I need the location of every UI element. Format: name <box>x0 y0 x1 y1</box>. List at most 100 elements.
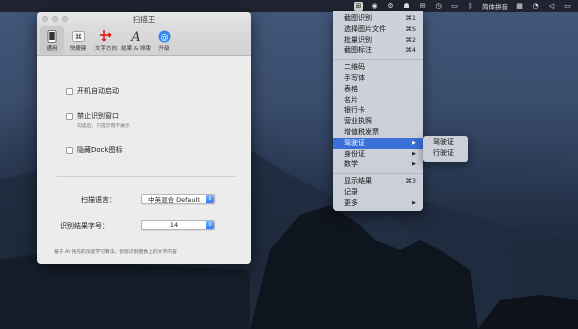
launch-at-login-label: 开机自动启动 <box>77 87 119 95</box>
wechat-icon[interactable]: ✉ <box>418 2 427 11</box>
tab-results-layout-label: 结果 & 排版 <box>121 46 151 52</box>
submenu-arrow-icon: ▶ <box>412 139 416 146</box>
tab-results-layout[interactable]: A 结果 & 排版 <box>121 26 151 54</box>
submenu-arrow-icon: ▶ <box>412 161 416 168</box>
menu-item-label: 驾驶证 <box>344 138 365 147</box>
qq-penguin-icon[interactable]: ☗ <box>402 2 411 11</box>
disable-recognition-window-checkbox[interactable] <box>66 112 73 120</box>
phone-icon <box>45 29 59 43</box>
menu-separator <box>333 172 423 174</box>
status-circle-icon[interactable]: ◉ <box>370 2 379 11</box>
grid-icon[interactable]: ▦ <box>515 2 524 11</box>
menu-item-label: 身份证 <box>344 149 365 158</box>
footer-description: 基于 AI 领先的深度学习算法，智能识别图像上的文字内容 <box>54 250 177 255</box>
launch-at-login-checkbox[interactable] <box>66 87 73 95</box>
command-key-icon: ⌘ <box>71 29 85 43</box>
display-icon[interactable]: ▭ <box>450 2 459 11</box>
menu-item-label: 营业执照 <box>344 117 372 126</box>
scanner-app-menubar-icon[interactable]: ⊞ <box>354 1 363 11</box>
font-size-value: 14 <box>169 221 179 229</box>
menu-item-more[interactable]: 更多 ▶ <box>333 198 423 209</box>
menu-item-label: 二维码 <box>344 63 365 72</box>
tab-upgrade-label: 升级 <box>158 46 170 52</box>
tab-general-label: 通用 <box>46 46 58 52</box>
menu-item-handwriting[interactable]: 手写体 <box>333 73 423 84</box>
launch-at-login-option[interactable]: 开机自动启动 <box>66 86 119 96</box>
font-a-icon: A <box>129 29 143 43</box>
menu-item-label: 手写体 <box>344 73 365 82</box>
menu-separator <box>333 58 423 60</box>
battery-icon[interactable]: ▭ <box>563 2 572 11</box>
window-title: 扫描王 <box>132 14 156 24</box>
menu-item-label: 批量识别 <box>344 35 372 44</box>
tab-shortcuts-label: 快捷键 <box>69 46 87 52</box>
submenu-item-vehicle-license[interactable]: 行驶证 <box>423 148 468 159</box>
menu-item-shortcut: ⌘S <box>405 24 416 33</box>
svg-text:@: @ <box>160 32 168 41</box>
scan-language-value: 中英混合 Default <box>148 196 200 204</box>
scan-language-label: 扫描语言： <box>81 196 116 204</box>
disable-recognition-window-option[interactable]: 禁止识别窗口 <box>66 111 119 121</box>
menu-item-bank-card[interactable]: 银行卡 <box>333 105 423 116</box>
tab-upgrade[interactable]: @ 升级 <box>152 26 176 54</box>
driver-license-submenu: 驾驶证 行驶证 <box>423 136 468 162</box>
preferences-window: 扫描王 通用 ⌘ 快捷键 文字方向 A 结果 & 排版 @ 升级 开机自动启动 … <box>37 12 251 264</box>
menu-item-business-card[interactable]: 名片 <box>333 95 423 106</box>
menu-item-show-results[interactable]: 显示结果 ⌘3 <box>333 176 423 187</box>
menu-item-label: 数学 <box>344 160 358 169</box>
menu-item-label: 名片 <box>344 95 358 104</box>
tab-shortcuts[interactable]: ⌘ 快捷键 <box>66 26 90 54</box>
hide-dock-icon-option[interactable]: 隐藏Dock图标 <box>66 145 123 155</box>
menu-item-label: 截图识别 <box>344 14 372 22</box>
submenu-arrow-icon: ▶ <box>412 199 416 206</box>
font-size-label: 识别结果字号： <box>60 222 109 230</box>
chevron-updown-icon: ⇕ <box>206 195 214 203</box>
text-direction-icon <box>99 29 113 43</box>
submenu-item-driver-license[interactable]: 驾驶证 <box>423 137 468 148</box>
volume-icon[interactable]: ◁ <box>547 2 556 11</box>
menu-item-screenshot-annotate[interactable]: 截图标注 ⌘4 <box>333 45 423 56</box>
menu-item-label: 银行卡 <box>344 106 365 115</box>
menu-item-driver-license[interactable]: 驾驶证 ▶ <box>333 137 423 149</box>
menu-item-screenshot-ocr[interactable]: 截图识别 ⌘1 <box>333 13 423 24</box>
disable-recognition-window-label: 禁止识别窗口 <box>77 112 119 120</box>
tab-general[interactable]: 通用 <box>40 26 64 54</box>
clock-icon[interactable]: ◷ <box>434 2 443 11</box>
menu-item-vat-invoice[interactable]: 增值税发票 <box>333 127 423 138</box>
menu-item-label: 增值税发票 <box>344 127 379 136</box>
hide-dock-icon-label: 隐藏Dock图标 <box>77 146 123 154</box>
macos-menubar: ⊞ ◉ ⚙ ☗ ✉ ◷ ▭ ᛒ 简体拼音 ▦ ◔ ◁ ▭ <box>0 0 578 12</box>
menu-item-label: 选择图片文件 <box>344 24 386 33</box>
preferences-toolbar: 通用 ⌘ 快捷键 文字方向 A 结果 & 排版 @ 升级 <box>37 26 251 56</box>
menu-item-history[interactable]: 记录 <box>333 187 423 198</box>
scan-language-select[interactable]: 中英混合 Default ⇕ <box>141 194 215 204</box>
menu-item-shortcut: ⌘4 <box>405 46 416 55</box>
menu-item-label: 更多 <box>344 198 358 207</box>
wifi-icon[interactable]: ◔ <box>531 2 540 11</box>
menu-item-shortcut: ⌘2 <box>405 35 416 44</box>
tab-text-direction[interactable]: 文字方向 <box>92 26 120 54</box>
menu-item-label: 截图标注 <box>344 46 372 55</box>
menu-item-id-card[interactable]: 身份证 ▶ <box>333 149 423 160</box>
scanner-status-menu: 截图识别 ⌘1 选择图片文件 ⌘S 批量识别 ⌘2 截图标注 ⌘4 二维码 手写体 表格… <box>333 11 423 211</box>
submenu-arrow-icon: ▶ <box>412 150 416 157</box>
disable-recognition-hint: 勾选后，只提示而不展示 <box>77 124 130 129</box>
menu-item-select-image[interactable]: 选择图片文件 ⌘S <box>333 24 423 35</box>
menu-item-label: 显示结果 <box>344 177 372 186</box>
at-sign-icon: @ <box>157 29 171 43</box>
menu-item-table[interactable]: 表格 <box>333 84 423 95</box>
window-titlebar: 扫描王 <box>37 12 251 26</box>
chevron-updown-icon: ⇕ <box>206 221 214 229</box>
bluetooth-icon[interactable]: ᛒ <box>466 2 475 11</box>
font-size-select[interactable]: 14 ⇕ <box>141 220 215 230</box>
input-method-menu[interactable]: 简体拼音 <box>482 1 508 11</box>
menu-item-math[interactable]: 数学 ▶ <box>333 159 423 170</box>
gear-icon[interactable]: ⚙ <box>386 2 395 11</box>
menu-item-business-license[interactable]: 营业执照 <box>333 116 423 127</box>
menu-item-batch-ocr[interactable]: 批量识别 ⌘2 <box>333 35 423 46</box>
menu-item-shortcut: ⌘1 <box>405 14 416 22</box>
menu-item-qrcode[interactable]: 二维码 <box>333 62 423 73</box>
menu-item-shortcut: ⌘3 <box>405 177 416 186</box>
menu-item-label: 记录 <box>344 187 358 196</box>
hide-dock-icon-checkbox[interactable] <box>66 146 73 154</box>
